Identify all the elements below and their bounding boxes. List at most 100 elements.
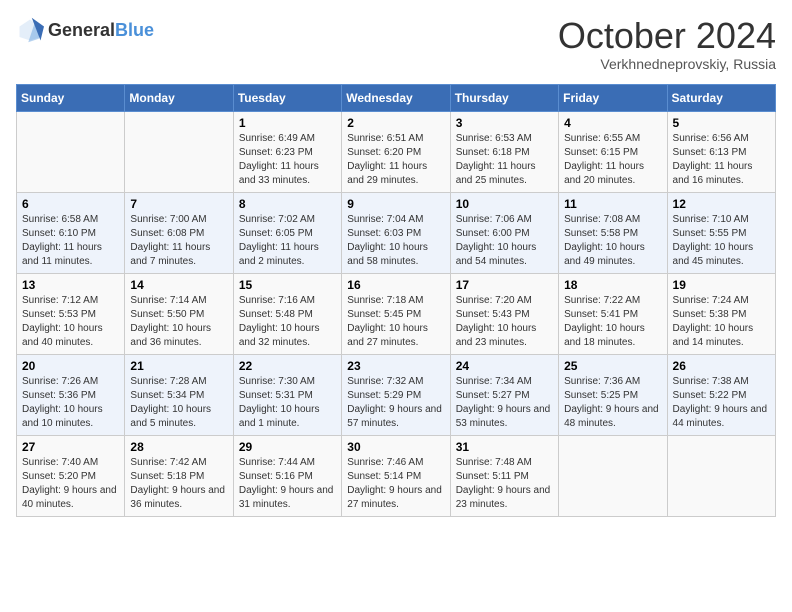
calendar-cell: 25Sunrise: 7:36 AMSunset: 5:25 PMDayligh…: [559, 354, 667, 435]
calendar-cell: 5 Sunrise: 6:56 AMSunset: 6:13 PMDaylight…: [667, 111, 775, 192]
day-number: 23: [347, 359, 444, 373]
day-detail: Sunrise: 7:18 AMSunset: 5:45 PMDaylight:…: [347, 295, 428, 348]
day-number: 28: [130, 440, 227, 454]
day-number: 22: [239, 359, 336, 373]
day-number: 6: [22, 197, 119, 211]
calendar-cell: [559, 435, 667, 516]
day-number: 27: [22, 440, 119, 454]
day-detail: Sunrise: 7:46 AMSunset: 5:14 PMDaylight:…: [347, 457, 442, 510]
calendar-week-4: 20 Sunrise: 7:26 AMSunset: 5:36 PMDayligh…: [17, 354, 776, 435]
day-detail: Sunrise: 6:51 AMSunset: 6:20 PMDaylight:…: [347, 133, 427, 186]
day-number: 8: [239, 197, 336, 211]
day-detail: Sunrise: 7:42 AMSunset: 5:18 PMDaylight:…: [130, 457, 225, 510]
day-detail: Sunrise: 7:44 AMSunset: 5:16 PMDaylight:…: [239, 457, 334, 510]
day-detail: Sunrise: 6:49 AMSunset: 6:23 PMDaylight:…: [239, 133, 319, 186]
logo-icon: [16, 16, 44, 44]
day-detail: Sunrise: 7:40 AMSunset: 5:20 PMDaylight:…: [22, 457, 117, 510]
calendar-cell: 12 Sunrise: 7:10 AMSunset: 5:55 PMDayligh…: [667, 192, 775, 273]
logo-general: General: [48, 20, 115, 40]
calendar-cell: 27 Sunrise: 7:40 AMSunset: 5:20 PMDayligh…: [17, 435, 125, 516]
day-number: 11: [564, 197, 661, 211]
day-detail: Sunrise: 6:58 AMSunset: 6:10 PMDaylight:…: [22, 214, 102, 267]
day-number: 1: [239, 116, 336, 130]
calendar-cell: 24Sunrise: 7:34 AMSunset: 5:27 PMDayligh…: [450, 354, 558, 435]
day-detail: Sunrise: 6:55 AMSunset: 6:15 PMDaylight:…: [564, 133, 644, 186]
logo-blue: Blue: [115, 20, 154, 40]
calendar-cell: 19 Sunrise: 7:24 AMSunset: 5:38 PMDayligh…: [667, 273, 775, 354]
day-number: 26: [673, 359, 770, 373]
calendar-cell: 21Sunrise: 7:28 AMSunset: 5:34 PMDayligh…: [125, 354, 233, 435]
day-detail: Sunrise: 7:20 AMSunset: 5:43 PMDaylight:…: [456, 295, 537, 348]
title-block: October 2024 Verkhnedneprovskiy, Russia: [558, 16, 776, 72]
day-detail: Sunrise: 7:48 AMSunset: 5:11 PMDaylight:…: [456, 457, 551, 510]
day-detail: Sunrise: 7:14 AMSunset: 5:50 PMDaylight:…: [130, 295, 211, 348]
calendar-table: SundayMondayTuesdayWednesdayThursdayFrid…: [16, 84, 776, 517]
calendar-cell: 10 Sunrise: 7:06 AMSunset: 6:00 PMDayligh…: [450, 192, 558, 273]
day-number: 9: [347, 197, 444, 211]
header-day-tuesday: Tuesday: [233, 84, 341, 111]
calendar-week-5: 27 Sunrise: 7:40 AMSunset: 5:20 PMDayligh…: [17, 435, 776, 516]
day-detail: Sunrise: 7:06 AMSunset: 6:00 PMDaylight:…: [456, 214, 537, 267]
calendar-cell: [667, 435, 775, 516]
calendar-cell: 1 Sunrise: 6:49 AMSunset: 6:23 PMDaylight…: [233, 111, 341, 192]
day-detail: Sunrise: 7:16 AMSunset: 5:48 PMDaylight:…: [239, 295, 320, 348]
header-day-friday: Friday: [559, 84, 667, 111]
day-detail: Sunrise: 7:38 AMSunset: 5:22 PMDaylight:…: [673, 376, 768, 429]
day-detail: Sunrise: 7:30 AMSunset: 5:31 PMDaylight:…: [239, 376, 320, 429]
day-detail: Sunrise: 7:24 AMSunset: 5:38 PMDaylight:…: [673, 295, 754, 348]
day-number: 12: [673, 197, 770, 211]
calendar-cell: 3 Sunrise: 6:53 AMSunset: 6:18 PMDaylight…: [450, 111, 558, 192]
day-number: 30: [347, 440, 444, 454]
calendar-week-1: 1 Sunrise: 6:49 AMSunset: 6:23 PMDaylight…: [17, 111, 776, 192]
logo-text: GeneralBlue: [48, 20, 154, 41]
header-day-wednesday: Wednesday: [342, 84, 450, 111]
calendar-cell: 30 Sunrise: 7:46 AMSunset: 5:14 PMDayligh…: [342, 435, 450, 516]
subtitle: Verkhnedneprovskiy, Russia: [558, 56, 776, 72]
day-number: 3: [456, 116, 553, 130]
day-number: 16: [347, 278, 444, 292]
day-number: 14: [130, 278, 227, 292]
month-title: October 2024: [558, 16, 776, 56]
calendar-week-2: 6 Sunrise: 6:58 AMSunset: 6:10 PMDaylight…: [17, 192, 776, 273]
day-number: 5: [673, 116, 770, 130]
day-detail: Sunrise: 7:08 AMSunset: 5:58 PMDaylight:…: [564, 214, 645, 267]
calendar-cell: 23 Sunrise: 7:32 AMSunset: 5:29 PMDayligh…: [342, 354, 450, 435]
day-number: 17: [456, 278, 553, 292]
calendar-week-3: 13Sunrise: 7:12 AMSunset: 5:53 PMDayligh…: [17, 273, 776, 354]
calendar-cell: 29 Sunrise: 7:44 AMSunset: 5:16 PMDayligh…: [233, 435, 341, 516]
calendar-cell: 18Sunrise: 7:22 AMSunset: 5:41 PMDayligh…: [559, 273, 667, 354]
day-number: 20: [22, 359, 119, 373]
day-detail: Sunrise: 7:26 AMSunset: 5:36 PMDaylight:…: [22, 376, 103, 429]
calendar-cell: 2Sunrise: 6:51 AMSunset: 6:20 PMDaylight…: [342, 111, 450, 192]
calendar-cell: 9 Sunrise: 7:04 AMSunset: 6:03 PMDaylight…: [342, 192, 450, 273]
day-detail: Sunrise: 7:32 AMSunset: 5:29 PMDaylight:…: [347, 376, 442, 429]
day-number: 18: [564, 278, 661, 292]
day-detail: Sunrise: 7:04 AMSunset: 6:03 PMDaylight:…: [347, 214, 428, 267]
day-number: 10: [456, 197, 553, 211]
calendar-cell: 7Sunrise: 7:00 AMSunset: 6:08 PMDaylight…: [125, 192, 233, 273]
calendar-cell: 6 Sunrise: 6:58 AMSunset: 6:10 PMDaylight…: [17, 192, 125, 273]
day-detail: Sunrise: 6:56 AMSunset: 6:13 PMDaylight:…: [673, 133, 753, 186]
header-day-thursday: Thursday: [450, 84, 558, 111]
calendar-cell: 15Sunrise: 7:16 AMSunset: 5:48 PMDayligh…: [233, 273, 341, 354]
day-number: 25: [564, 359, 661, 373]
day-number: 13: [22, 278, 119, 292]
day-detail: Sunrise: 7:00 AMSunset: 6:08 PMDaylight:…: [130, 214, 210, 267]
day-number: 24: [456, 359, 553, 373]
calendar-cell: 26 Sunrise: 7:38 AMSunset: 5:22 PMDayligh…: [667, 354, 775, 435]
calendar-cell: 31 Sunrise: 7:48 AMSunset: 5:11 PMDayligh…: [450, 435, 558, 516]
page-header: GeneralBlue October 2024 Verkhnedneprovs…: [16, 16, 776, 72]
calendar-cell: 8 Sunrise: 7:02 AMSunset: 6:05 PMDaylight…: [233, 192, 341, 273]
day-detail: Sunrise: 7:02 AMSunset: 6:05 PMDaylight:…: [239, 214, 319, 267]
day-detail: Sunrise: 6:53 AMSunset: 6:18 PMDaylight:…: [456, 133, 536, 186]
calendar-cell: 14 Sunrise: 7:14 AMSunset: 5:50 PMDayligh…: [125, 273, 233, 354]
day-number: 19: [673, 278, 770, 292]
day-number: 29: [239, 440, 336, 454]
day-number: 31: [456, 440, 553, 454]
header-day-saturday: Saturday: [667, 84, 775, 111]
calendar-cell: 22 Sunrise: 7:30 AMSunset: 5:31 PMDayligh…: [233, 354, 341, 435]
day-detail: Sunrise: 7:10 AMSunset: 5:55 PMDaylight:…: [673, 214, 754, 267]
calendar-cell: 13Sunrise: 7:12 AMSunset: 5:53 PMDayligh…: [17, 273, 125, 354]
day-number: 4: [564, 116, 661, 130]
header-day-monday: Monday: [125, 84, 233, 111]
